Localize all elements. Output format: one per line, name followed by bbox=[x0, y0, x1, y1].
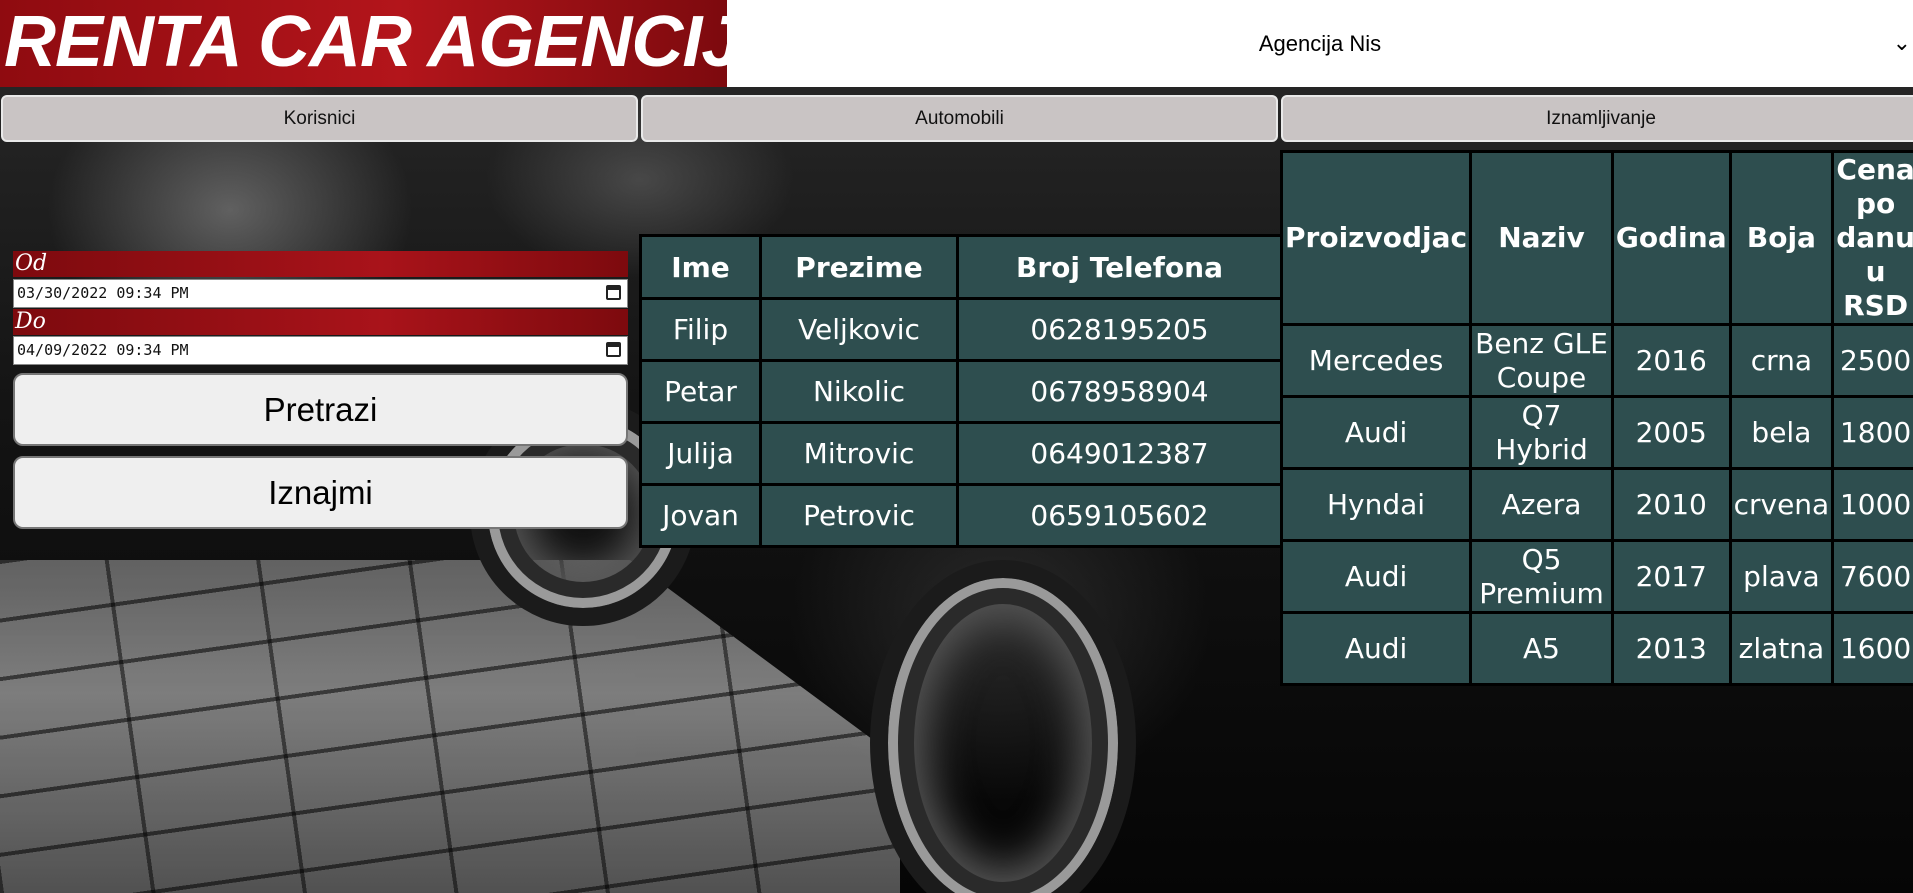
table-row[interactable]: Petar Nikolic 0678958904 bbox=[642, 362, 1280, 421]
table-cell: 2005 bbox=[1613, 398, 1729, 467]
calendar-icon[interactable] bbox=[606, 285, 621, 300]
table-cell: 1000 bbox=[1834, 470, 1913, 539]
nav-cars-button[interactable]: Automobili bbox=[641, 95, 1278, 142]
column-header: Broj Telefona bbox=[959, 237, 1280, 297]
table-cell: Petar bbox=[642, 362, 759, 421]
table-cell: 2500 bbox=[1834, 326, 1913, 395]
users-table: Ime Prezime Broj Telefona Filip Veljkovi… bbox=[639, 234, 1283, 548]
table-cell: Jovan bbox=[642, 486, 759, 545]
table-cell: A5 bbox=[1472, 614, 1611, 683]
to-date-input[interactable]: 04/09/2022 09:34 PM bbox=[13, 336, 628, 365]
calendar-icon[interactable] bbox=[606, 342, 621, 357]
column-header: Cena po danu u RSD bbox=[1834, 153, 1913, 323]
table-cell: Azera bbox=[1472, 470, 1611, 539]
nav-rent-button[interactable]: Iznamljivanje bbox=[1281, 95, 1913, 142]
table-cell: Veljkovic bbox=[762, 300, 956, 359]
column-header: Godina bbox=[1613, 153, 1729, 323]
table-cell: crvena bbox=[1731, 470, 1832, 539]
table-cell: Benz GLE Coupe bbox=[1472, 326, 1611, 395]
table-header-row: Ime Prezime Broj Telefona bbox=[642, 237, 1280, 297]
to-date-label: Do bbox=[13, 309, 628, 335]
background-wheel bbox=[870, 560, 1136, 893]
table-row[interactable]: Mercedes Benz GLE Coupe 2016 crna 2500 bbox=[1283, 326, 1913, 395]
table-cell: 0649012387 bbox=[959, 424, 1280, 483]
agency-select[interactable]: Agencija Nis ⌄ bbox=[727, 0, 1913, 87]
table-cell: 7600 bbox=[1834, 542, 1913, 611]
table-row[interactable]: Audi Q7 Hybrid 2005 bela 1800 bbox=[1283, 398, 1913, 467]
table-cell: bela bbox=[1731, 398, 1832, 467]
table-header-row: Proizvodjac Naziv Godina Boja Cena po da… bbox=[1283, 153, 1913, 323]
to-date-value: 04/09/2022 09:34 PM bbox=[17, 341, 189, 359]
column-header: Naziv bbox=[1472, 153, 1611, 323]
table-cell: 0678958904 bbox=[959, 362, 1280, 421]
table-cell: 2016 bbox=[1613, 326, 1729, 395]
table-row[interactable]: Audi A5 2013 zlatna 1600 bbox=[1283, 614, 1913, 683]
table-cell: 0659105602 bbox=[959, 486, 1280, 545]
background-pavement bbox=[0, 560, 900, 893]
logo-banner: RENTA CAR AGENCIJA bbox=[0, 0, 727, 87]
chevron-down-icon: ⌄ bbox=[1892, 30, 1911, 55]
table-cell: 1600 bbox=[1834, 614, 1913, 683]
table-cell: 2010 bbox=[1613, 470, 1729, 539]
table-cell: crna bbox=[1731, 326, 1832, 395]
table-cell: Audi bbox=[1283, 614, 1470, 683]
search-button[interactable]: Pretrazi bbox=[13, 373, 628, 446]
agency-select-value: Agencija Nis bbox=[1258, 30, 1382, 56]
rent-button[interactable]: Iznajmi bbox=[13, 456, 628, 529]
table-cell: Mercedes bbox=[1283, 326, 1470, 395]
nav-users-button[interactable]: Korisnici bbox=[1, 95, 638, 142]
logo-text: RENTA CAR AGENCIJA bbox=[4, 2, 727, 82]
table-cell: plava bbox=[1731, 542, 1832, 611]
table-cell: Audi bbox=[1283, 398, 1470, 467]
table-cell: Q5 Premium bbox=[1472, 542, 1611, 611]
table-cell: Audi bbox=[1283, 542, 1470, 611]
table-row[interactable]: Julija Mitrovic 0649012387 bbox=[642, 424, 1280, 483]
table-row[interactable]: Jovan Petrovic 0659105602 bbox=[642, 486, 1280, 545]
table-cell: Petrovic bbox=[762, 486, 956, 545]
table-cell: Mitrovic bbox=[762, 424, 956, 483]
from-date-value: 03/30/2022 09:34 PM bbox=[17, 284, 189, 302]
table-cell: 2013 bbox=[1613, 614, 1729, 683]
table-row[interactable]: Audi Q5 Premium 2017 plava 7600 bbox=[1283, 542, 1913, 611]
table-cell: zlatna bbox=[1731, 614, 1832, 683]
table-cell: Julija bbox=[642, 424, 759, 483]
table-cell: Q7 Hybrid bbox=[1472, 398, 1611, 467]
table-cell: Filip bbox=[642, 300, 759, 359]
column-header: Proizvodjac bbox=[1283, 153, 1470, 323]
table-cell: Hyndai bbox=[1283, 470, 1470, 539]
table-row[interactable]: Hyndai Azera 2010 crvena 1000 bbox=[1283, 470, 1913, 539]
column-header: Ime bbox=[642, 237, 759, 297]
table-cell: 2017 bbox=[1613, 542, 1729, 611]
table-cell: 1800 bbox=[1834, 398, 1913, 467]
from-date-label: Od bbox=[13, 251, 628, 277]
cars-table: Proizvodjac Naziv Godina Boja Cena po da… bbox=[1280, 150, 1913, 686]
table-cell: 0628195205 bbox=[959, 300, 1280, 359]
column-header: Boja bbox=[1731, 153, 1832, 323]
table-row[interactable]: Filip Veljkovic 0628195205 bbox=[642, 300, 1280, 359]
from-date-input[interactable]: 03/30/2022 09:34 PM bbox=[13, 279, 628, 308]
column-header: Prezime bbox=[762, 237, 956, 297]
table-cell: Nikolic bbox=[762, 362, 956, 421]
